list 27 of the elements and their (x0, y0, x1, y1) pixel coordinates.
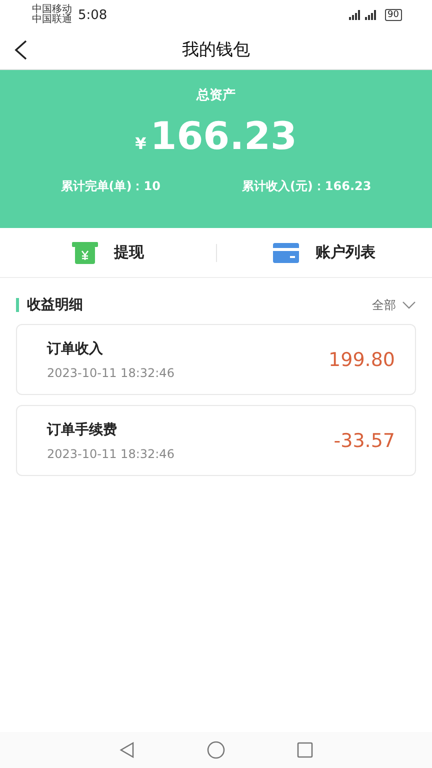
recents-icon[interactable] (297, 742, 313, 758)
currency-symbol: ¥ (135, 134, 146, 153)
home-icon[interactable] (207, 741, 225, 759)
record-title: 订单收入 (47, 340, 104, 358)
total-amount: 166.23 (150, 114, 297, 158)
stat-label: 累计收入(元)：166.23 (242, 178, 372, 195)
record-card[interactable]: 订单收入 2023-10-11 18:32:46 199.80 (16, 324, 416, 395)
record-amount: -33.57 (334, 430, 395, 452)
chevron-down-icon (402, 301, 416, 309)
filter-dropdown[interactable]: 全部 (372, 296, 416, 314)
record-time: 2023-10-11 18:32:46 (47, 366, 174, 380)
status-time: 5:08 (78, 8, 108, 22)
record-amount: 199.80 (328, 348, 395, 370)
page-title: 我的钱包 (182, 39, 250, 61)
signal-icon (348, 10, 379, 20)
total-assets-label: 总资产 (196, 86, 236, 104)
record-time: 2023-10-11 18:32:46 (47, 446, 174, 460)
battery-level: 90 (384, 9, 402, 21)
section-title: 收益明细 (27, 296, 83, 314)
card-icon (273, 242, 300, 262)
record-title: 订单手续费 (47, 420, 118, 438)
cash-icon (72, 242, 98, 264)
carrier-label: 中国联通 (32, 15, 72, 25)
stat-label: 累计完单(单)：10 (60, 178, 160, 195)
carrier-label: 中国移动 (32, 5, 72, 15)
record-card[interactable]: 订单手续费 2023-10-11 18:32:46 -33.57 (16, 405, 416, 476)
back-icon[interactable] (14, 40, 28, 60)
